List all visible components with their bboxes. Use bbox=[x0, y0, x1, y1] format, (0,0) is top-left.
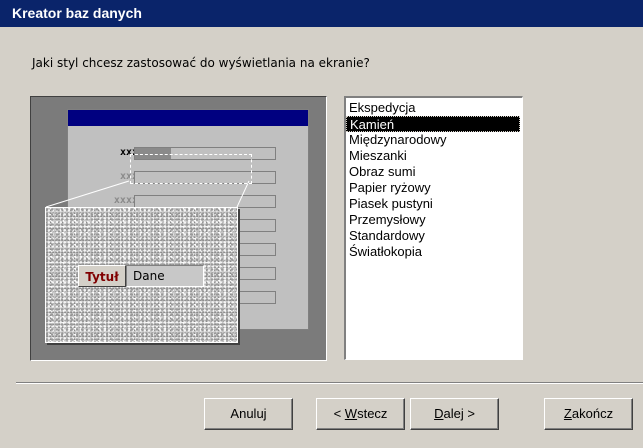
next-button-label-rest: alej > bbox=[443, 406, 475, 421]
style-list-items: Ekspedycja Kamień Międzynarodowy Mieszanki O… bbox=[346, 100, 522, 260]
style-list-item[interactable]: Piasek pustyni bbox=[346, 196, 520, 212]
style-list-item[interactable]: Światłokopia bbox=[346, 244, 520, 260]
question-text: Jaki styl chcesz zastosować do wyświetla… bbox=[32, 56, 370, 70]
style-preview: xxx xxx xxxx Tytuł Dane bbox=[30, 96, 327, 361]
style-list-item[interactable]: Papier ryżowy bbox=[346, 180, 520, 196]
sample-value: Dane bbox=[126, 265, 204, 287]
style-list-item[interactable]: Mieszanki bbox=[346, 148, 520, 164]
cancel-button[interactable]: Anuluj bbox=[204, 398, 293, 430]
back-button[interactable]: < Wstecz bbox=[316, 398, 405, 430]
style-list-item[interactable]: Standardowy bbox=[346, 228, 520, 244]
window-title: Kreator baz danych bbox=[0, 0, 643, 27]
style-list-item[interactable]: Ekspedycja bbox=[346, 100, 520, 116]
style-list[interactable]: Ekspedycja Kamień Międzynarodowy Mieszanki O… bbox=[344, 96, 523, 360]
style-list-item[interactable]: Kamień bbox=[346, 116, 520, 132]
separator bbox=[16, 382, 643, 384]
next-button[interactable]: Dalej > bbox=[410, 398, 499, 430]
finish-button-label-rest: akończ bbox=[571, 406, 614, 421]
back-button-label-prefix: < bbox=[333, 406, 345, 421]
style-list-item[interactable]: Przemysłowy bbox=[346, 212, 520, 228]
sample-label: Tytuł bbox=[78, 265, 126, 287]
finish-button[interactable]: Zakończ bbox=[544, 398, 633, 430]
style-list-item[interactable]: Obraz sumi bbox=[346, 164, 520, 180]
style-list-item[interactable]: Międzynarodowy bbox=[346, 132, 520, 148]
preview-magnifier: Tytuł Dane bbox=[45, 207, 238, 343]
cancel-button-label: Anuluj bbox=[230, 406, 267, 421]
finish-button-label-key: Z bbox=[563, 406, 572, 421]
back-button-label-key: W bbox=[344, 406, 358, 421]
back-button-label-rest: stecz bbox=[357, 406, 388, 421]
